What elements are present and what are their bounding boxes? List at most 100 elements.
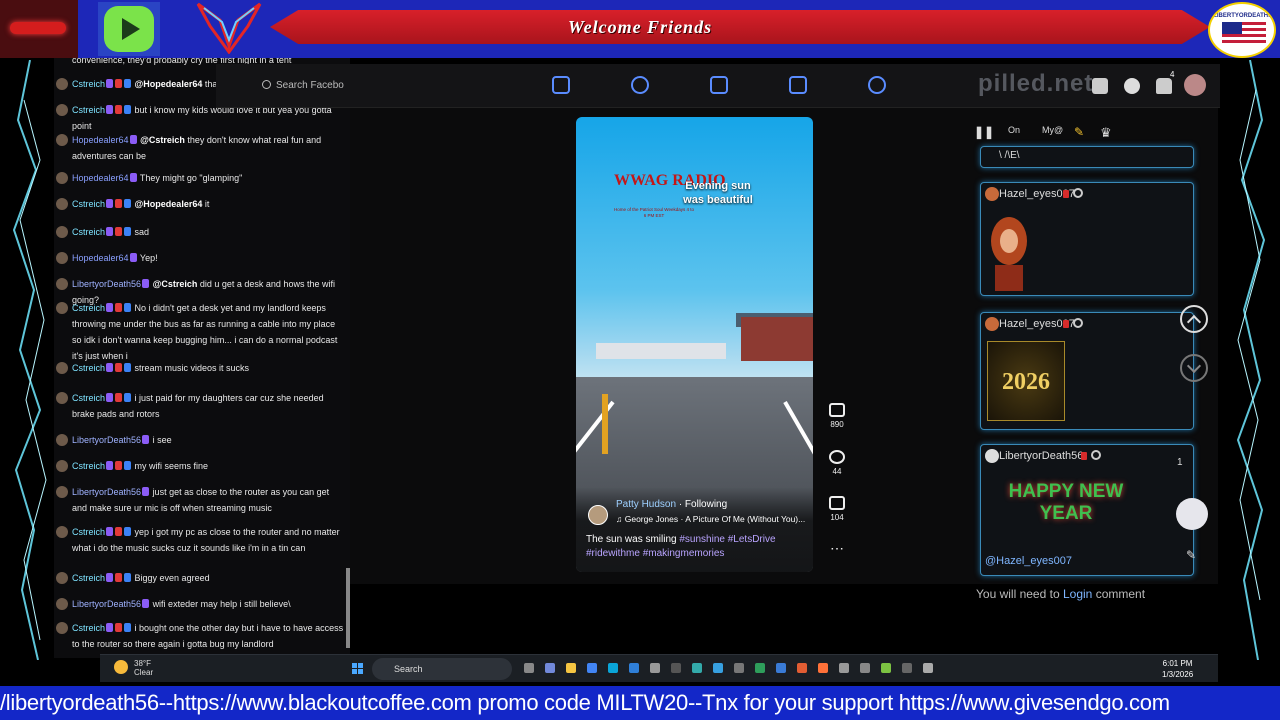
- chat-username[interactable]: Cstreich: [72, 623, 105, 633]
- gear-icon[interactable]: [1091, 450, 1101, 460]
- chat-username[interactable]: LibertyorDeath56: [72, 435, 141, 445]
- chat-avatar[interactable]: [56, 622, 68, 634]
- toolbar-on[interactable]: On: [1008, 125, 1020, 135]
- chat-username[interactable]: Hopedealer64: [72, 253, 129, 263]
- chat-username[interactable]: LibertyorDeath56: [72, 487, 141, 497]
- chat-username[interactable]: Cstreich: [72, 303, 105, 313]
- follow-status[interactable]: · Following: [679, 499, 727, 510]
- chat-avatar[interactable]: [56, 252, 68, 264]
- home-icon[interactable]: [552, 76, 570, 94]
- happy-new-year-image[interactable]: HAPPY NEW YEAR: [991, 481, 1141, 535]
- chat-avatar[interactable]: [56, 278, 68, 290]
- avatar[interactable]: [985, 449, 999, 463]
- pause-icon[interactable]: ❚❚: [974, 125, 994, 139]
- post-image[interactable]: [987, 211, 1031, 291]
- messenger-icon[interactable]: [1124, 78, 1140, 94]
- taskbar-app-icon[interactable]: [839, 663, 849, 673]
- chat-avatar[interactable]: [56, 172, 68, 184]
- chat-avatar[interactable]: [56, 460, 68, 472]
- video-icon[interactable]: [710, 76, 728, 94]
- taskbar-app-icon[interactable]: [566, 663, 576, 673]
- taskbar-app-icon[interactable]: [545, 663, 555, 673]
- share-button[interactable]: 104: [826, 496, 848, 522]
- scroll-up-button[interactable]: [1180, 305, 1208, 333]
- chat-avatar[interactable]: [56, 392, 68, 404]
- chat-mention[interactable]: @Hopedealer64: [135, 199, 203, 209]
- post-card[interactable]: Hazel_eyes007: [980, 182, 1194, 296]
- comment-button[interactable]: 44: [826, 450, 848, 476]
- taskbar-app-icon[interactable]: [671, 663, 681, 673]
- chat-username[interactable]: Hopedealer64: [72, 135, 129, 145]
- live-chat-panel[interactable]: convenience, they'd probably cry the fir…: [54, 58, 350, 658]
- taskbar-app-icon[interactable]: [629, 663, 639, 673]
- reel-video[interactable]: WWAG RADIO Home of the Patriot Soul Week…: [576, 117, 813, 572]
- chat-username[interactable]: Cstreich: [72, 363, 105, 373]
- author-name[interactable]: Patty Hudson: [616, 499, 676, 510]
- bell-icon[interactable]: [1156, 78, 1172, 94]
- taskbar-app-icon[interactable]: [524, 663, 534, 673]
- like-button[interactable]: 890: [826, 403, 848, 429]
- post-mention[interactable]: @Hazel_eyes007: [985, 555, 1072, 567]
- clock[interactable]: 6:01 PM 1/3/2026: [1162, 658, 1193, 680]
- pencil-icon[interactable]: ✎: [1074, 125, 1084, 139]
- taskbar-app-icon[interactable]: [608, 663, 618, 673]
- scroll-down-button[interactable]: [1180, 354, 1208, 382]
- chat-avatar[interactable]: [56, 434, 68, 446]
- trophy-icon[interactable]: ♛: [1100, 125, 1112, 141]
- chat-avatar[interactable]: [56, 486, 68, 498]
- marketplace-icon[interactable]: [789, 76, 807, 94]
- gear-icon[interactable]: [1073, 188, 1083, 198]
- compose-icon[interactable]: ✎: [1186, 548, 1196, 562]
- taskbar-app-icon[interactable]: [713, 663, 723, 673]
- chat-mention[interactable]: @Cstreich: [153, 279, 198, 289]
- chat-avatar[interactable]: [56, 598, 68, 610]
- groups-icon[interactable]: [868, 76, 886, 94]
- friends-icon[interactable]: [631, 76, 649, 94]
- author-avatar[interactable]: [588, 505, 608, 525]
- chat-username[interactable]: Cstreich: [72, 79, 105, 89]
- chat-username[interactable]: LibertyorDeath56: [72, 279, 141, 289]
- taskbar-app-icon[interactable]: [902, 663, 912, 673]
- avatar[interactable]: [985, 187, 999, 201]
- chat-avatar[interactable]: [56, 226, 68, 238]
- post-author[interactable]: LibertyorDeath56: [999, 450, 1083, 462]
- profile-avatar[interactable]: [1184, 74, 1206, 96]
- chat-username[interactable]: Cstreich: [72, 527, 105, 537]
- taskbar-app-icon[interactable]: [776, 663, 786, 673]
- author-line[interactable]: Patty Hudson · Following: [616, 499, 727, 510]
- chat-username[interactable]: Cstreich: [72, 227, 105, 237]
- avatar[interactable]: [985, 317, 999, 331]
- chat-mention[interactable]: @Cstreich: [140, 135, 185, 145]
- chat-username[interactable]: Cstreich: [72, 393, 105, 403]
- chat-username[interactable]: Cstreich: [72, 461, 105, 471]
- toolbar-my[interactable]: My@: [1042, 125, 1063, 135]
- chat-username[interactable]: LibertyorDeath56: [72, 599, 141, 609]
- chat-avatar[interactable]: [56, 198, 68, 210]
- post-card[interactable]: Hazel_eyes007 2026: [980, 312, 1194, 430]
- chat-username[interactable]: Cstreich: [72, 573, 105, 583]
- chat-username[interactable]: Cstreich: [72, 105, 105, 115]
- taskbar-app-icon[interactable]: [881, 663, 891, 673]
- song-title[interactable]: ♫ George Jones · A Picture Of Me (Withou…: [616, 514, 812, 524]
- chat-avatar[interactable]: [56, 572, 68, 584]
- login-link[interactable]: Login: [1063, 587, 1092, 601]
- chat-avatar[interactable]: [56, 78, 68, 90]
- taskbar-app-icon[interactable]: [650, 663, 660, 673]
- chat-username[interactable]: Hopedealer64: [72, 173, 129, 183]
- taskbar-app-icon[interactable]: [923, 663, 933, 673]
- chat-avatar[interactable]: [56, 302, 68, 314]
- weather-widget[interactable]: 38°F Clear: [134, 659, 153, 677]
- gear-icon[interactable]: [1073, 318, 1083, 328]
- taskbar-search[interactable]: Search: [372, 658, 512, 680]
- chat-avatar[interactable]: [56, 104, 68, 116]
- taskbar-app-icon[interactable]: [692, 663, 702, 673]
- taskbar-app-icon[interactable]: [755, 663, 765, 673]
- chat-avatar[interactable]: [56, 134, 68, 146]
- windows-start-icon[interactable]: [352, 663, 363, 674]
- taskbar-app-icon[interactable]: [818, 663, 828, 673]
- taskbar-app-icon[interactable]: [860, 663, 870, 673]
- chat-avatar[interactable]: [56, 526, 68, 538]
- chat-mention[interactable]: @Hopedealer64: [135, 79, 203, 89]
- floating-avatar[interactable]: [1176, 498, 1208, 530]
- post-card[interactable]: LibertyorDeath56 1 HAPPY NEW YEAR @Hazel…: [980, 444, 1194, 576]
